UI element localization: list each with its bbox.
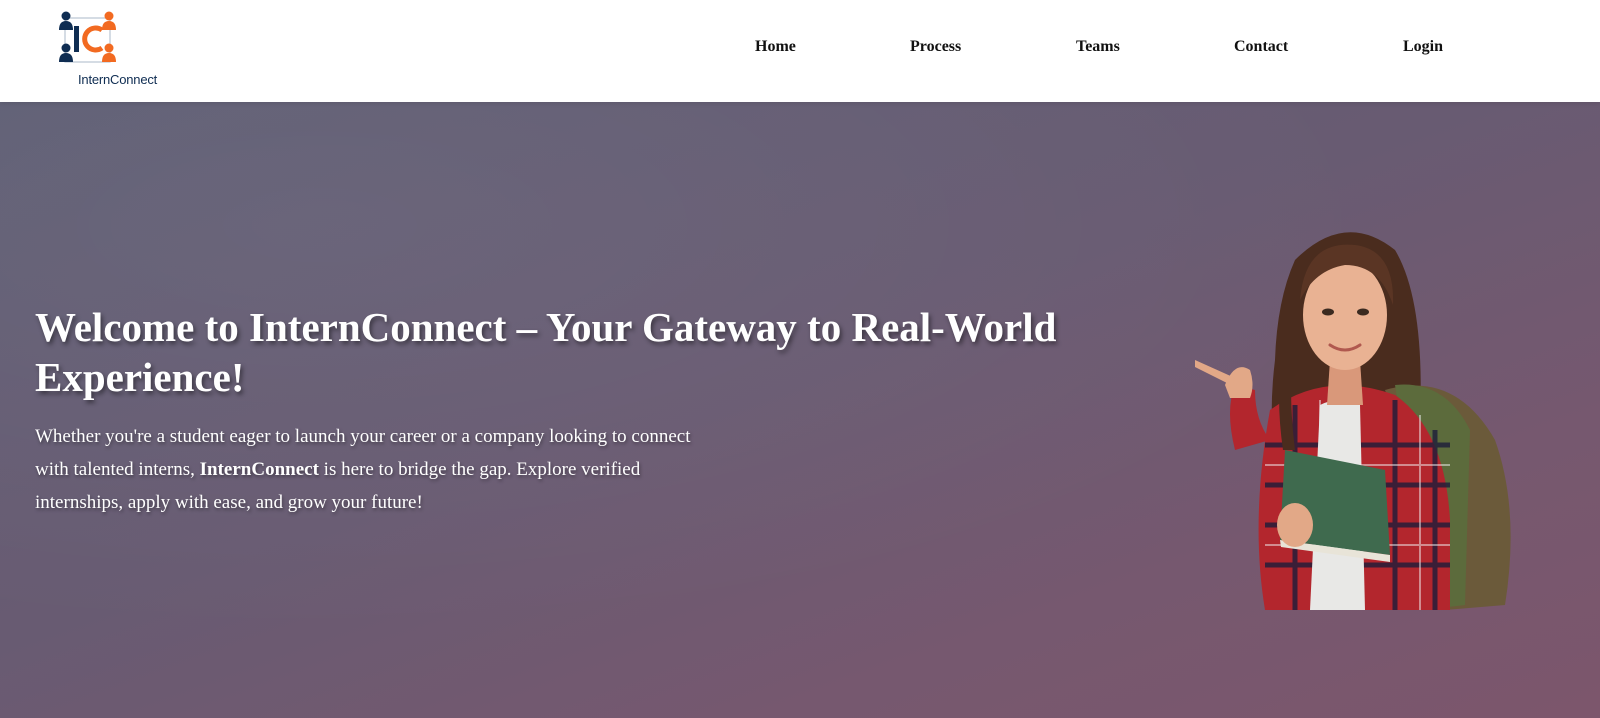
nav-teams[interactable]: Teams [1076,38,1120,56]
navbar: InternConnect Home Process Teams Contact… [0,0,1600,102]
hero-title: Welcome to InternConnect – Your Gateway … [35,304,1057,400]
hero-student-image [1193,220,1555,620]
nav-process[interactable]: Process [910,38,961,56]
main-nav: Home Process Teams Contact Login [0,0,1600,102]
student-illustration-icon [1193,232,1511,610]
hero-section: Welcome to InternConnect – Your Gateway … [0,102,1600,718]
hero-text-brand: InternConnect [199,459,319,480]
nav-home[interactable]: Home [755,38,796,56]
hero-description: Whether you're a student eager to launch… [35,420,715,519]
nav-login[interactable]: Login [1403,38,1443,56]
nav-contact[interactable]: Contact [1234,38,1288,56]
